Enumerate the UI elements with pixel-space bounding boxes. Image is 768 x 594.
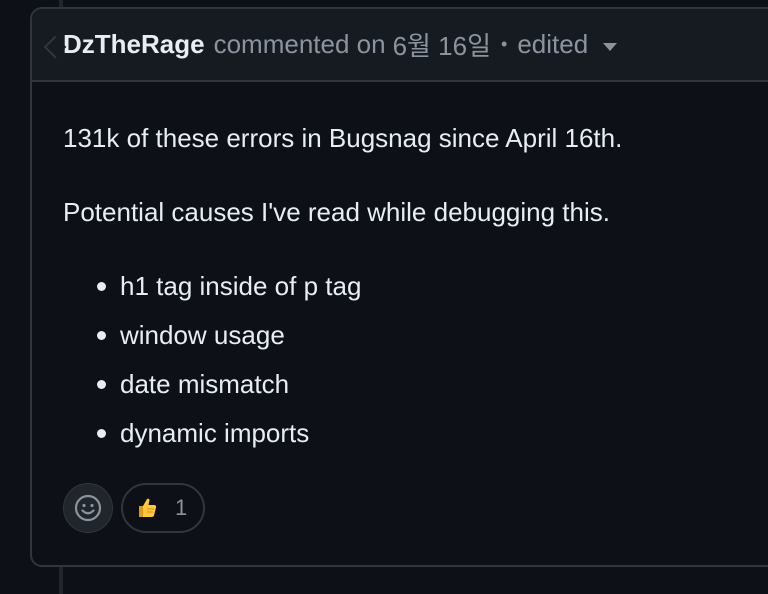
list-item: dynamic imports <box>97 415 768 464</box>
header-separator: • <box>501 34 508 54</box>
edit-history-caret-icon[interactable] <box>603 43 618 51</box>
add-reaction-button[interactable] <box>63 483 113 533</box>
comment-timestamp[interactable]: 6월 16일 <box>393 26 491 63</box>
comment-action: commented on <box>213 29 386 59</box>
comment-body: 131k of these errors in Bugsnag since Ap… <box>32 82 768 464</box>
list-item: h1 tag inside of p tag <box>97 268 768 317</box>
reactions-bar: 1 <box>63 483 206 533</box>
causes-list: h1 tag inside of p tag window usage date… <box>63 268 768 464</box>
page: DzTheRage commented on 6월 16일 • edited 1… <box>0 0 768 594</box>
list-item: date mismatch <box>97 366 768 415</box>
list-item: window usage <box>97 317 768 366</box>
author-link[interactable]: DzTheRage <box>63 29 205 60</box>
comment-paragraph: 131k of these errors in Bugsnag since Ap… <box>63 123 623 153</box>
comment-paragraph: Potential causes I've read while debuggi… <box>63 197 610 227</box>
edited-label[interactable]: edited <box>517 29 588 60</box>
smiley-icon <box>74 494 102 522</box>
comment-header: DzTheRage commented on 6월 16일 • edited <box>32 9 768 82</box>
reaction-count: 1 <box>175 495 188 520</box>
thumbs-up-icon <box>135 496 159 520</box>
comment-card: DzTheRage commented on 6월 16일 • edited 1… <box>30 7 768 567</box>
thumbs-up-reaction-button[interactable]: 1 <box>121 483 206 533</box>
